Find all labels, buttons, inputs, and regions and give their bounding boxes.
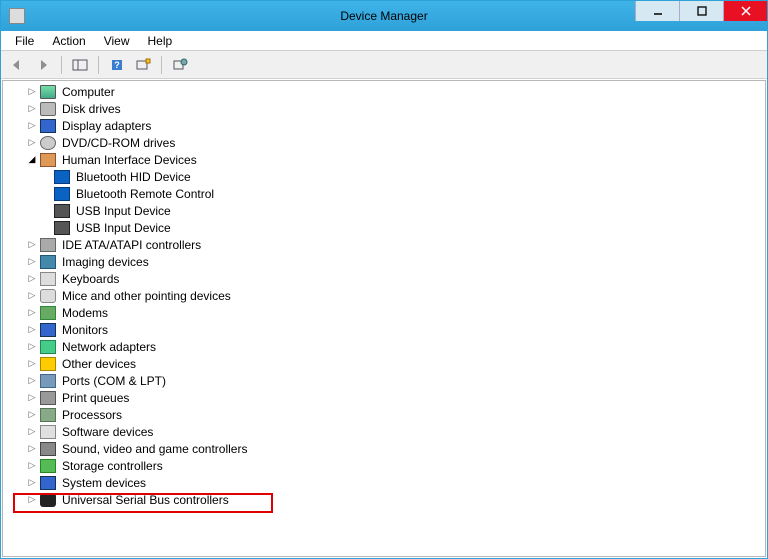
dvd-icon bbox=[40, 136, 56, 150]
bluetooth-icon bbox=[54, 187, 70, 201]
tree-node-hid[interactable]: ◢Human Interface Devices bbox=[3, 151, 765, 168]
tree-node-bt-hid[interactable]: Bluetooth HID Device bbox=[3, 168, 765, 185]
tree-node-imaging[interactable]: ▷Imaging devices bbox=[3, 253, 765, 270]
tree-node-usb-input-1[interactable]: USB Input Device bbox=[3, 202, 765, 219]
expand-icon[interactable]: ▷ bbox=[25, 459, 39, 473]
tree-node-software[interactable]: ▷Software devices bbox=[3, 423, 765, 440]
expand-icon[interactable]: ▷ bbox=[25, 391, 39, 405]
tree-node-modems[interactable]: ▷Modems bbox=[3, 304, 765, 321]
tree-node-computer[interactable]: ▷Computer bbox=[3, 83, 765, 100]
forward-button[interactable] bbox=[31, 54, 55, 76]
software-icon bbox=[40, 425, 56, 439]
expand-icon[interactable]: ▷ bbox=[25, 102, 39, 116]
mouse-icon bbox=[40, 289, 56, 303]
sound-icon bbox=[40, 442, 56, 456]
other-icon bbox=[40, 357, 56, 371]
ide-icon bbox=[40, 238, 56, 252]
bluetooth-icon bbox=[54, 170, 70, 184]
tree-node-print[interactable]: ▷Print queues bbox=[3, 389, 765, 406]
monitor-icon bbox=[40, 323, 56, 337]
tree-node-ports[interactable]: ▷Ports (COM & LPT) bbox=[3, 372, 765, 389]
tree-node-usb-input-2[interactable]: USB Input Device bbox=[3, 219, 765, 236]
expand-icon[interactable]: ▷ bbox=[25, 323, 39, 337]
tree-node-other[interactable]: ▷Other devices bbox=[3, 355, 765, 372]
device-tree[interactable]: ▷Computer ▷Disk drives ▷Display adapters… bbox=[2, 80, 766, 557]
expand-icon[interactable]: ▷ bbox=[25, 272, 39, 286]
minimize-button[interactable] bbox=[635, 1, 679, 21]
menu-view[interactable]: View bbox=[96, 32, 138, 50]
expand-icon[interactable]: ▷ bbox=[25, 136, 39, 150]
expand-icon[interactable]: ▷ bbox=[25, 425, 39, 439]
menu-file[interactable]: File bbox=[7, 32, 42, 50]
tree-node-sound[interactable]: ▷Sound, video and game controllers bbox=[3, 440, 765, 457]
window-controls bbox=[635, 1, 767, 21]
expand-icon[interactable]: ▷ bbox=[25, 289, 39, 303]
tree-node-display-adapters[interactable]: ▷Display adapters bbox=[3, 117, 765, 134]
expand-icon[interactable]: ▷ bbox=[25, 442, 39, 456]
titlebar: Device Manager bbox=[1, 1, 767, 31]
menu-help[interactable]: Help bbox=[140, 32, 181, 50]
expand-icon[interactable]: ▷ bbox=[25, 374, 39, 388]
expand-icon[interactable]: ▷ bbox=[25, 85, 39, 99]
usb-icon bbox=[54, 221, 70, 235]
display-icon bbox=[40, 119, 56, 133]
keyboard-icon bbox=[40, 272, 56, 286]
tree-node-processors[interactable]: ▷Processors bbox=[3, 406, 765, 423]
menu-action[interactable]: Action bbox=[44, 32, 93, 50]
collapse-icon[interactable]: ◢ bbox=[25, 153, 39, 167]
storage-icon bbox=[40, 459, 56, 473]
expand-icon[interactable]: ▷ bbox=[25, 408, 39, 422]
disk-icon bbox=[40, 102, 56, 116]
imaging-icon bbox=[40, 255, 56, 269]
tree-node-monitors[interactable]: ▷Monitors bbox=[3, 321, 765, 338]
tree-node-system[interactable]: ▷System devices bbox=[3, 474, 765, 491]
app-icon bbox=[9, 8, 25, 24]
menubar: File Action View Help bbox=[1, 31, 767, 51]
svg-text:?: ? bbox=[114, 60, 120, 70]
expand-icon[interactable]: ▷ bbox=[25, 357, 39, 371]
system-icon bbox=[40, 476, 56, 490]
usb-icon bbox=[54, 204, 70, 218]
tree-node-keyboards[interactable]: ▷Keyboards bbox=[3, 270, 765, 287]
expand-icon[interactable]: ▷ bbox=[25, 476, 39, 490]
usb-controller-icon bbox=[40, 493, 56, 507]
expand-icon[interactable]: ▷ bbox=[25, 340, 39, 354]
tree-node-bt-remote[interactable]: Bluetooth Remote Control bbox=[3, 185, 765, 202]
tree-node-network[interactable]: ▷Network adapters bbox=[3, 338, 765, 355]
print-icon bbox=[40, 391, 56, 405]
expand-icon[interactable]: ▷ bbox=[25, 119, 39, 133]
show-hide-tree-button[interactable] bbox=[68, 54, 92, 76]
hid-icon bbox=[40, 153, 56, 167]
expand-icon[interactable]: ▷ bbox=[25, 493, 39, 507]
expand-icon[interactable]: ▷ bbox=[25, 238, 39, 252]
scan-hardware-button[interactable] bbox=[131, 54, 155, 76]
tree-node-dvd[interactable]: ▷DVD/CD-ROM drives bbox=[3, 134, 765, 151]
expand-icon[interactable]: ▷ bbox=[25, 255, 39, 269]
tree-node-ide[interactable]: ▷IDE ATA/ATAPI controllers bbox=[3, 236, 765, 253]
back-button[interactable] bbox=[5, 54, 29, 76]
computer-icon bbox=[40, 85, 56, 99]
modem-icon bbox=[40, 306, 56, 320]
tree-node-mice[interactable]: ▷Mice and other pointing devices bbox=[3, 287, 765, 304]
cpu-icon bbox=[40, 408, 56, 422]
port-icon bbox=[40, 374, 56, 388]
network-icon bbox=[40, 340, 56, 354]
close-button[interactable] bbox=[723, 1, 767, 21]
toolbar: ? bbox=[1, 51, 767, 79]
maximize-button[interactable] bbox=[679, 1, 723, 21]
tree-node-usb-controllers[interactable]: ▷Universal Serial Bus controllers bbox=[3, 491, 765, 508]
help-button[interactable]: ? bbox=[105, 54, 129, 76]
tree-node-disk-drives[interactable]: ▷Disk drives bbox=[3, 100, 765, 117]
expand-icon[interactable]: ▷ bbox=[25, 306, 39, 320]
tree-node-storage[interactable]: ▷Storage controllers bbox=[3, 457, 765, 474]
properties-button[interactable] bbox=[168, 54, 192, 76]
